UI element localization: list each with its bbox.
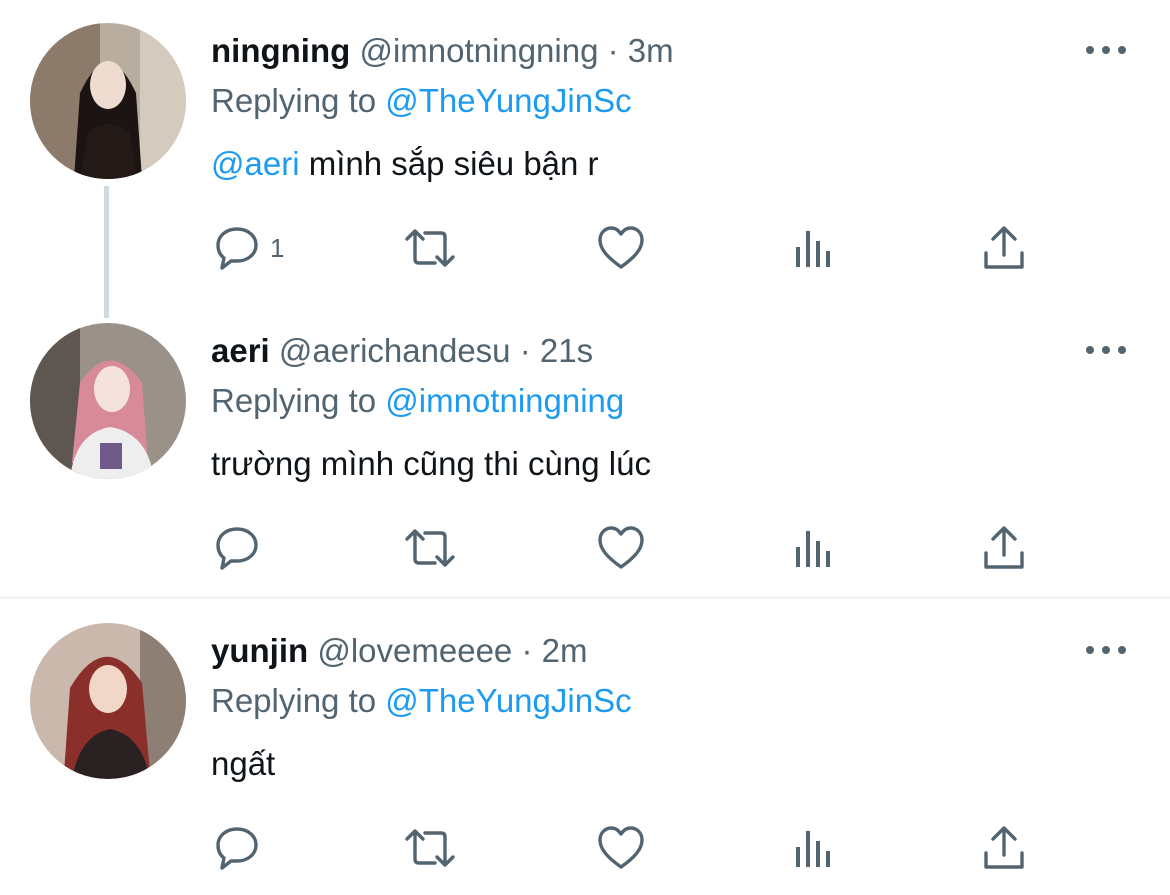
views-icon: [796, 831, 830, 867]
retweet-icon: [405, 529, 455, 567]
reply-button[interactable]: 1: [214, 220, 284, 276]
user-handle[interactable]: @lovemeeee: [317, 632, 512, 669]
replying-to-label: Replying to: [211, 382, 386, 419]
tweet-actions: 1: [0, 220, 1170, 276]
share-button[interactable]: [982, 520, 1026, 576]
retweet-button[interactable]: [403, 820, 457, 876]
reply-icon: [216, 527, 258, 570]
more-icon: [1086, 46, 1094, 54]
share-icon: [984, 826, 1024, 869]
share-icon: [984, 526, 1024, 569]
separator-dot: ·: [521, 632, 533, 669]
views-button[interactable]: [793, 220, 833, 276]
replying-to-link[interactable]: @imnotningning: [385, 382, 624, 419]
reply-icon: [216, 827, 258, 870]
share-button[interactable]: [982, 220, 1026, 276]
reply-icon: [216, 227, 258, 270]
tweet-text: mình sắp siêu bận r: [299, 145, 599, 182]
retweet-icon: [405, 829, 455, 867]
tweet-3[interactable]: yunjin @lovemeeee · 2m Replying to @TheY…: [0, 600, 1170, 895]
share-icon: [984, 226, 1024, 269]
reply-count: 1: [270, 232, 285, 263]
display-name[interactable]: ningning: [211, 32, 350, 69]
retweet-icon: [405, 229, 455, 267]
share-button[interactable]: [982, 820, 1026, 876]
separator-dot: ·: [519, 332, 531, 369]
more-options-button[interactable]: [1084, 340, 1128, 360]
like-icon: [598, 826, 644, 869]
more-options-button[interactable]: [1084, 40, 1128, 60]
retweet-button[interactable]: [403, 520, 457, 576]
tweet-text: trường mình cũng thi cùng lúc: [211, 445, 651, 482]
like-icon: [598, 226, 644, 269]
timestamp[interactable]: 21s: [540, 332, 593, 369]
more-icon-dot: [1102, 46, 1110, 54]
views-icon: [796, 231, 830, 267]
replying-to-label: Replying to: [211, 82, 386, 119]
tweet-actions: [0, 820, 1170, 876]
display-name[interactable]: yunjin: [211, 632, 308, 669]
avatar[interactable]: [30, 323, 186, 479]
tweet-1[interactable]: ningning @imnotningning · 3m Replying to…: [0, 0, 1170, 300]
reply-button[interactable]: [214, 520, 260, 576]
like-button[interactable]: [597, 220, 645, 276]
more-icon: [1086, 346, 1094, 354]
more-icon-dot: [1118, 646, 1126, 654]
user-handle[interactable]: @imnotningning: [359, 32, 598, 69]
retweet-button[interactable]: [403, 220, 457, 276]
views-icon: [796, 531, 830, 567]
tweet-text: ngất: [211, 745, 276, 782]
replying-to-label: Replying to: [211, 682, 386, 719]
tweet-2[interactable]: aeri @aerichandesu · 21s Replying to @im…: [0, 300, 1170, 596]
more-icon-dot: [1102, 346, 1110, 354]
views-button[interactable]: [793, 520, 833, 576]
like-icon: [598, 526, 644, 569]
timestamp[interactable]: 2m: [542, 632, 588, 669]
views-button[interactable]: [793, 820, 833, 876]
tweet-actions: [0, 520, 1170, 576]
display-name[interactable]: aeri: [211, 332, 270, 369]
replying-to-link[interactable]: @TheYungJinSc: [385, 682, 631, 719]
more-icon-dot: [1118, 346, 1126, 354]
separator-dot: ·: [607, 32, 619, 69]
more-icon-dot: [1118, 46, 1126, 54]
tweet-divider: [0, 596, 1170, 599]
timestamp[interactable]: 3m: [628, 32, 674, 69]
like-button[interactable]: [597, 520, 645, 576]
mention-link[interactable]: @aeri: [211, 145, 300, 182]
like-button[interactable]: [597, 820, 645, 876]
more-icon-dot: [1102, 646, 1110, 654]
user-handle[interactable]: @aerichandesu: [279, 332, 511, 369]
more-icon: [1086, 646, 1094, 654]
avatar[interactable]: [30, 23, 186, 179]
replying-to-link[interactable]: @TheYungJinSc: [385, 82, 631, 119]
reply-button[interactable]: [214, 820, 260, 876]
more-options-button[interactable]: [1084, 640, 1128, 660]
avatar[interactable]: [30, 623, 186, 779]
